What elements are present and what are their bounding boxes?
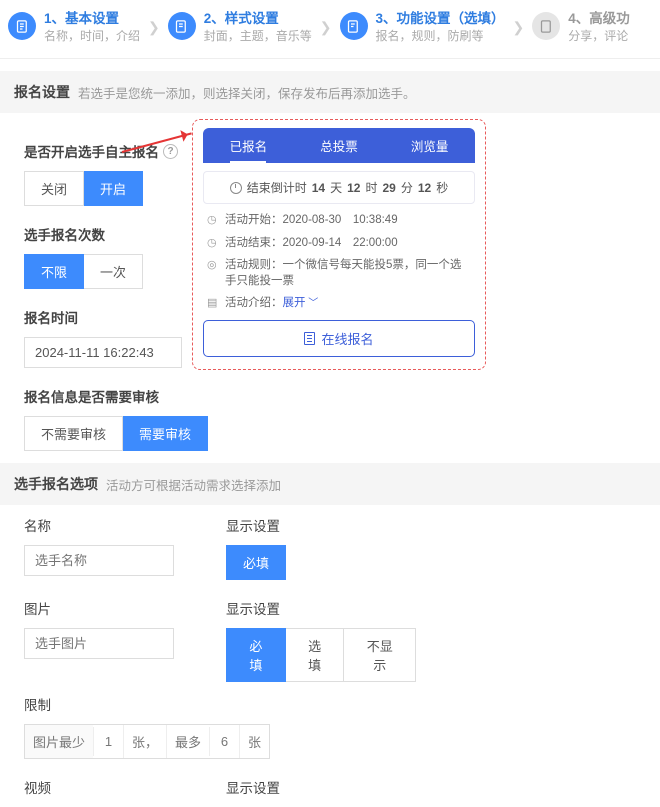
max-input[interactable]: 6 (209, 727, 239, 756)
min-input[interactable]: 1 (93, 727, 123, 756)
pic-required-button[interactable]: 必填 (226, 628, 286, 682)
section2-title: 选手报名选项 (14, 474, 98, 494)
pic-optional-button[interactable]: 选填 (286, 628, 345, 682)
section-signup-settings: 报名设置若选手是您统一添加，则选择关闭，保存发布后再添加选手。 已报名 总投票 … (0, 71, 660, 451)
step-2[interactable]: 2、样式设置封面，主题，音乐等 (168, 10, 312, 44)
step-2-sub: 封面，主题，音乐等 (204, 28, 312, 44)
step-3-title: 3、功能设置（选填） (376, 10, 505, 28)
step-2-title: 2、样式设置 (204, 10, 312, 28)
limit-label: 限制 (24, 694, 270, 714)
enable-open-button[interactable]: 开启 (84, 171, 143, 206)
step-3-sub: 报名，规则，防刷等 (376, 28, 505, 44)
step-1-title: 1、基本设置 (44, 10, 140, 28)
tab-views[interactable]: 浏览量 (384, 128, 475, 163)
step-4-sub: 分享，评论 (568, 28, 630, 44)
expand-link[interactable]: 展开 (283, 297, 319, 309)
rule-icon: ◎ (207, 258, 219, 289)
times-once-button[interactable]: 一次 (84, 254, 143, 289)
name-label: 名称 (24, 515, 214, 535)
step-1[interactable]: 1、基本设置名称，时间，介绍 (8, 10, 140, 44)
step-4[interactable]: 4、高级功分享，评论 (532, 10, 630, 44)
step-4-icon (532, 12, 560, 40)
enable-close-button[interactable]: 关闭 (24, 171, 84, 206)
clock-icon: ◷ (207, 213, 219, 228)
tab-signed[interactable]: 已报名 (203, 128, 294, 163)
video-display-label: 显示设置 (226, 777, 280, 797)
time-start-input[interactable] (24, 337, 182, 368)
audit-group: 不需要审核 需要审核 (24, 416, 636, 451)
section-hint: 若选手是您统一添加，则选择关闭，保存发布后再添加选手。 (78, 83, 416, 102)
chevron-right-icon: ❯ (148, 19, 160, 36)
preview-info: ◷活动开始：2020-08-30 10:38:49 ◷活动结束：2020-09-… (203, 212, 475, 311)
step-1-icon (8, 12, 36, 40)
pic-display-label: 显示设置 (226, 598, 416, 618)
section-signup-options: 选手报名选项活动方可根据活动需求选择添加 名称 显示设置 必填 图片 显示设置 … (0, 463, 660, 807)
step-2-icon (168, 12, 196, 40)
name-input[interactable] (24, 545, 174, 576)
times-unlimited-button[interactable]: 不限 (24, 254, 84, 289)
chevron-right-icon: ❯ (513, 19, 525, 36)
section-title: 报名设置 (14, 82, 70, 102)
display-label: 显示设置 (226, 515, 286, 535)
audit-label: 报名信息是否需要审核 (24, 386, 159, 406)
online-signup-button[interactable]: 在线报名 (203, 320, 475, 357)
help-icon[interactable]: ? (163, 144, 178, 159)
step-4-title: 4、高级功 (568, 10, 630, 28)
time-label: 报名时间 (24, 307, 78, 327)
pic-label: 图片 (24, 598, 214, 618)
section2-hint: 活动方可根据活动需求选择添加 (106, 475, 281, 494)
pic-hide-button[interactable]: 不显示 (344, 628, 416, 682)
times-label: 选手报名次数 (24, 224, 105, 244)
clock-icon: ◷ (207, 236, 219, 251)
audit-yes-button[interactable]: 需要审核 (123, 416, 208, 451)
enable-label: 是否开启选手自主报名 (24, 141, 159, 161)
limit-row: 图片最少 1 张， 最多 6 张 (24, 724, 270, 759)
doc-icon: ▤ (207, 296, 219, 311)
pic-input[interactable] (24, 628, 174, 659)
audit-no-button[interactable]: 不需要审核 (24, 416, 123, 451)
step-3-icon (340, 12, 368, 40)
progress-steps: 1、基本设置名称，时间，介绍 ❯ 2、样式设置封面，主题，音乐等 ❯ 3、功能设… (0, 0, 660, 59)
step-3[interactable]: 3、功能设置（选填）报名，规则，防刷等 (340, 10, 505, 44)
name-required-button[interactable]: 必填 (226, 545, 286, 580)
clock-icon (230, 182, 242, 194)
step-1-sub: 名称，时间，介绍 (44, 28, 140, 44)
chevron-right-icon: ❯ (320, 19, 332, 36)
form-icon (304, 332, 315, 345)
preview-tabs: 已报名 总投票 浏览量 (203, 128, 475, 163)
video-label: 视频 (24, 777, 214, 797)
preview-popup: 已报名 总投票 浏览量 结束倒计时 14天 12时 29分 12秒 ◷活动开始：… (192, 119, 486, 369)
tab-votes[interactable]: 总投票 (294, 128, 385, 163)
countdown: 结束倒计时 14天 12时 29分 12秒 (203, 171, 475, 204)
